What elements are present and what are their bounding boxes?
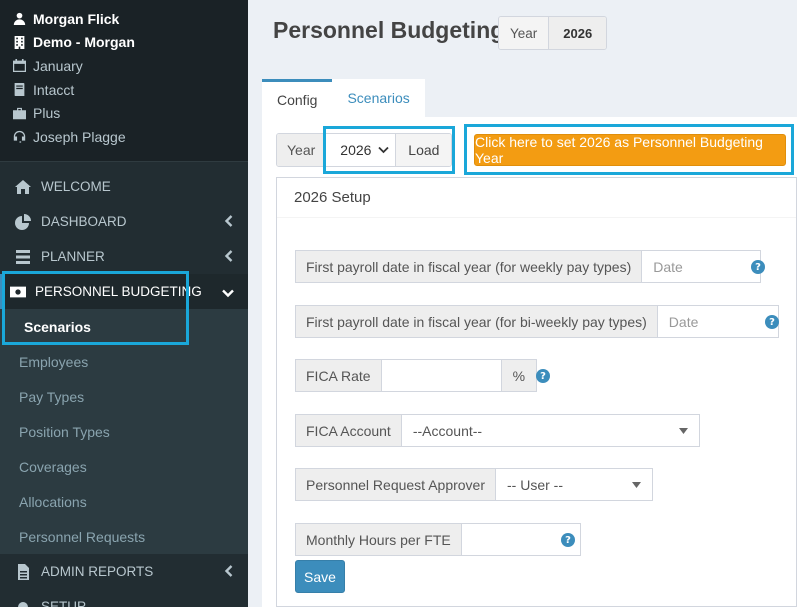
year-select-value: 2026 — [340, 142, 372, 158]
fica-account-group: FICA Account --Account-- — [295, 414, 700, 447]
biweekly-payroll-date-label: First payroll date in fiscal year (for b… — [295, 305, 658, 338]
sub-item-position-types[interactable]: Position Types — [0, 414, 248, 449]
tab-bar: Config Scenarios — [262, 79, 425, 117]
main-nav: WELCOME DASHBOARD PLANNER PERSONNEL BUDG… — [0, 162, 248, 607]
weekly-payroll-date-input[interactable]: Date — [642, 250, 762, 283]
nav-label: PERSONNEL BUDGETING — [35, 284, 202, 299]
sub-item-coverages[interactable]: Coverages — [0, 449, 248, 484]
fica-account-label: FICA Account — [295, 414, 402, 447]
page-title: Personnel Budgeting — [273, 17, 505, 43]
nav-label: WELCOME — [41, 179, 111, 194]
year-selector-label: Year — [277, 134, 327, 166]
hours-per-fte-group: Monthly Hours per FTE — [295, 523, 581, 556]
company-row[interactable]: Demo - Morgan — [0, 31, 248, 55]
personnel-budgeting-submenu: Scenarios Employees Pay Types Position T… — [0, 309, 248, 554]
biweekly-payroll-date-group: First payroll date in fiscal year (for b… — [295, 305, 779, 338]
sub-item-scenarios[interactable]: Scenarios — [0, 309, 248, 344]
current-year-badge: Year 2026 — [498, 16, 608, 50]
main-content: Personnel Budgeting Year 2026 Config Sce… — [248, 0, 797, 607]
hours-help-icon[interactable]: ? — [561, 533, 575, 547]
set-budgeting-year-button[interactable]: Click here to set 2026 as Personnel Budg… — [474, 134, 786, 166]
nav-label: SETUP — [41, 599, 87, 607]
period-row[interactable]: January — [0, 54, 248, 78]
company-name: Demo - Morgan — [33, 34, 135, 51]
sidebar: Morgan Flick Demo - Morgan January Intac… — [0, 0, 248, 607]
support-label: Joseph Plagge — [33, 128, 126, 145]
nav-item-dashboard[interactable]: DASHBOARD — [0, 204, 248, 239]
user-icon — [12, 12, 26, 26]
nav-item-planner[interactable]: PLANNER — [0, 239, 248, 274]
fica-rate-input[interactable] — [381, 359, 502, 392]
user-name: Morgan Flick — [33, 10, 120, 27]
fica-rate-group: FICA Rate % — [295, 359, 538, 392]
caret-down-icon — [678, 427, 688, 434]
sub-item-allocations[interactable]: Allocations — [0, 484, 248, 519]
briefcase-icon — [12, 106, 26, 120]
fica-account-value: --Account-- — [412, 422, 483, 439]
nav-label: ADMIN REPORTS — [41, 564, 154, 579]
chevron-down-icon — [378, 146, 389, 154]
sub-item-pay-types[interactable]: Pay Types — [0, 379, 248, 414]
weekly-help-icon[interactable]: ? — [751, 260, 765, 274]
integration-label: Intacct — [33, 81, 75, 98]
approver-value: -- User -- — [507, 476, 563, 493]
plan-row[interactable]: Plus — [0, 101, 248, 125]
approver-select[interactable]: -- User -- — [496, 468, 653, 501]
nav-item-welcome[interactable]: WELCOME — [0, 169, 248, 204]
year-select[interactable]: 2026 — [326, 134, 397, 166]
fica-rate-label: FICA Rate — [295, 359, 382, 392]
book-icon — [12, 83, 26, 97]
user-panel: Morgan Flick Demo - Morgan January Intac… — [0, 0, 248, 162]
nav-item-setup[interactable]: SETUP — [0, 589, 248, 607]
nav-item-admin-reports[interactable]: ADMIN REPORTS — [0, 554, 248, 589]
biweekly-help-icon[interactable]: ? — [765, 315, 779, 329]
sub-item-employees[interactable]: Employees — [0, 344, 248, 379]
chevron-left-icon — [224, 250, 234, 262]
fica-rate-suffix: % — [501, 359, 538, 392]
list-icon — [14, 249, 32, 265]
year-badge-value: 2026 — [549, 17, 607, 49]
hours-per-fte-label: Monthly Hours per FTE — [295, 523, 462, 556]
year-selector-group: Year 2026 Load — [276, 133, 453, 167]
user-name-row[interactable]: Morgan Flick — [0, 7, 248, 31]
nav-label: DASHBOARD — [41, 214, 127, 229]
gear-icon — [14, 599, 32, 607]
caret-down-icon — [632, 481, 641, 488]
period-label: January — [33, 57, 83, 74]
home-icon — [14, 179, 32, 195]
integration-row[interactable]: Intacct — [0, 78, 248, 102]
setup-box: 2026 Setup First payroll date in fiscal … — [276, 177, 797, 607]
approver-label: Personnel Request Approver — [295, 468, 496, 501]
support-row[interactable]: Joseph Plagge — [0, 125, 248, 149]
nav-item-personnel-budgeting[interactable]: PERSONNEL BUDGETING — [0, 274, 248, 309]
approver-group: Personnel Request Approver -- User -- — [295, 468, 653, 501]
file-icon — [14, 563, 32, 580]
chevron-down-icon — [222, 286, 234, 298]
fica-account-select[interactable]: --Account-- — [401, 414, 700, 447]
chevron-left-icon — [224, 565, 234, 577]
pie-chart-icon — [14, 213, 32, 230]
money-icon — [9, 284, 27, 300]
calendar-icon — [12, 59, 26, 73]
tab-config[interactable]: Config — [262, 79, 333, 117]
plan-label: Plus — [33, 105, 61, 122]
nav-label: PLANNER — [41, 249, 105, 264]
headset-icon — [12, 130, 26, 144]
save-button[interactable]: Save — [295, 560, 345, 593]
config-panel: Year 2026 Load Click here to set 2026 as… — [262, 117, 797, 607]
weekly-payroll-date-group: First payroll date in fiscal year (for w… — [295, 250, 762, 283]
tab-scenarios[interactable]: Scenarios — [332, 79, 425, 117]
setup-box-title: 2026 Setup — [277, 178, 796, 218]
biweekly-payroll-date-input[interactable]: Date — [657, 305, 779, 338]
weekly-payroll-date-label: First payroll date in fiscal year (for w… — [295, 250, 643, 283]
chevron-left-icon — [224, 215, 234, 227]
year-badge-label: Year — [499, 17, 550, 49]
fica-rate-help-icon[interactable]: ? — [536, 369, 550, 383]
sub-item-personnel-requests[interactable]: Personnel Requests — [0, 519, 248, 554]
building-icon — [12, 35, 26, 49]
load-button[interactable]: Load — [396, 134, 452, 166]
